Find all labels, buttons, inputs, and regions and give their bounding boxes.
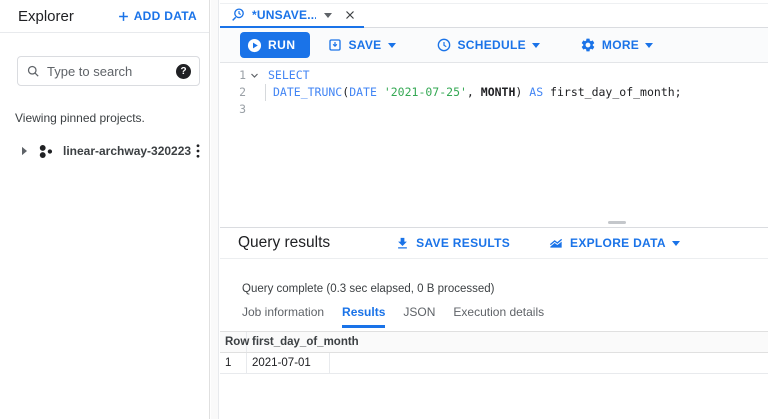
save-results-label: SAVE RESULTS <box>416 236 511 250</box>
tab-unsaved-query[interactable]: *UNSAVE... <box>220 4 364 29</box>
panel-splitter[interactable] <box>211 0 219 419</box>
sql-function: DATE_TRUNC <box>273 85 343 99</box>
explore-data-button[interactable]: EXPLORE DATA <box>548 235 680 251</box>
chevron-down-icon <box>387 42 396 48</box>
clock-icon <box>436 37 452 53</box>
line-number: 1 <box>239 68 246 82</box>
save-button[interactable]: SAVE <box>327 37 396 53</box>
fold-chevron-icon[interactable] <box>246 67 262 84</box>
explorer-header: Explorer ADD DATA <box>0 0 209 33</box>
sidebar-item-project[interactable]: linear-archway-320223 <box>0 138 209 164</box>
query-status: Query complete (0.3 sec elapsed, 0 B pro… <box>242 283 495 295</box>
query-workspace: *UNSAVE... RUN SAVE SCHEDULE MORE 1 SELE… <box>220 0 768 419</box>
more-label: MORE <box>601 38 640 52</box>
resize-handle[interactable] <box>608 221 626 224</box>
sql-keyword: DATE <box>349 85 377 99</box>
column-header-first-day-of-month: first_day_of_month <box>252 336 359 348</box>
download-icon <box>395 236 410 251</box>
explorer-title: Explorer <box>18 7 74 25</box>
tab-execution-details[interactable]: Execution details <box>453 305 544 328</box>
chart-icon <box>548 235 564 251</box>
sql-editor[interactable]: 1 SELECT 2 DATE_TRUNC(DATE '2021-07-25',… <box>220 63 768 219</box>
project-name: linear-archway-320223 <box>63 144 192 158</box>
gear-icon <box>580 37 596 53</box>
expand-arrow-icon[interactable] <box>20 146 29 156</box>
cell-first-day-of-month: 2021-07-01 <box>247 353 330 373</box>
save-icon <box>327 37 343 53</box>
code-line-2: 2 DATE_TRUNC(DATE '2021-07-25', MONTH) A… <box>220 84 768 101</box>
explorer-search-box[interactable]: ? <box>17 56 200 86</box>
editor-tab-strip: *UNSAVE... <box>220 3 768 29</box>
column-header-row: Row <box>220 332 249 352</box>
tab-menu-caret-icon[interactable] <box>324 12 332 18</box>
explore-data-label: EXPLORE DATA <box>570 236 666 250</box>
explorer-panel: Explorer ADD DATA ? Viewing pinned proje… <box>0 0 210 419</box>
project-menu-icon[interactable] <box>196 144 200 158</box>
results-header: Query results SAVE RESULTS EXPLORE DATA <box>220 228 768 259</box>
pinned-projects-note: Viewing pinned projects. <box>15 111 145 125</box>
query-results-panel: Query results SAVE RESULTS EXPLORE DATA … <box>220 227 768 419</box>
table-header-row: Row first_day_of_month <box>220 331 768 353</box>
plus-icon <box>116 9 131 24</box>
table-row[interactable]: 1 2021-07-01 <box>220 353 768 374</box>
add-data-button[interactable]: ADD DATA <box>116 9 197 24</box>
tab-results[interactable]: Results <box>342 305 386 328</box>
play-icon <box>247 38 262 53</box>
cell-row-number: 1 <box>220 353 247 373</box>
run-label: RUN <box>268 38 296 52</box>
run-button[interactable]: RUN <box>240 32 310 58</box>
query-icon <box>230 7 246 23</box>
line-number: 3 <box>239 102 246 116</box>
help-icon[interactable]: ? <box>176 63 191 79</box>
code-line-3: 3 <box>220 101 768 118</box>
sql-datepart: MONTH <box>480 85 516 99</box>
search-icon <box>26 64 41 79</box>
code-line-1: 1 SELECT <box>220 67 768 84</box>
schedule-button[interactable]: SCHEDULE <box>436 37 540 53</box>
sql-string: '2021-07-25' <box>383 85 467 99</box>
add-data-label: ADD DATA <box>133 9 197 23</box>
line-number: 2 <box>239 85 246 99</box>
save-results-button[interactable]: SAVE RESULTS <box>395 236 510 251</box>
chevron-down-icon <box>531 42 540 48</box>
results-tab-bar: Job information Results JSON Execution d… <box>242 305 562 328</box>
schedule-label: SCHEDULE <box>457 38 526 52</box>
query-toolbar: RUN SAVE SCHEDULE MORE <box>220 28 768 63</box>
tab-job-information[interactable]: Job information <box>242 305 324 328</box>
project-icon <box>38 143 55 160</box>
sql-keyword: SELECT <box>268 68 310 82</box>
save-label: SAVE <box>348 38 382 52</box>
search-input[interactable] <box>47 63 176 79</box>
results-title: Query results <box>238 234 331 251</box>
sql-identifier: first_day_of_month; <box>543 85 682 99</box>
close-icon[interactable] <box>344 9 356 21</box>
chevron-down-icon <box>671 240 680 246</box>
results-table: Row first_day_of_month 1 2021-07-01 <box>220 331 768 374</box>
tab-json[interactable]: JSON <box>403 305 435 328</box>
sql-keyword: AS <box>529 85 544 99</box>
chevron-down-icon <box>645 42 654 48</box>
more-button[interactable]: MORE <box>580 37 654 53</box>
tab-label: *UNSAVE... <box>252 8 316 22</box>
